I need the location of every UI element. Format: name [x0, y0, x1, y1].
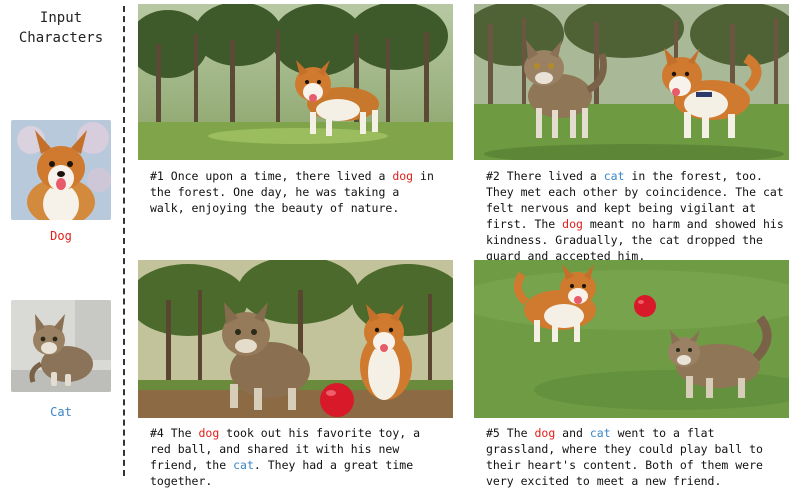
story-caption-1: #1 Once upon a time, there lived a dog i…	[150, 168, 440, 216]
caption-text: #5 The	[486, 426, 535, 440]
keyword-dog: dog	[198, 426, 220, 440]
caption-text: #1 Once upon a time, there lived a	[150, 169, 393, 183]
dog-label: Dog	[50, 229, 72, 243]
caption-text: #4 The	[150, 426, 199, 440]
input-characters-column: Input Characters Dog Cat	[0, 0, 122, 490]
keyword-cat: cat	[233, 458, 254, 472]
title-line-2: Characters	[18, 30, 104, 46]
cat-label: Cat	[50, 405, 72, 419]
keyword-dog: dog	[562, 217, 583, 231]
story-image-2	[474, 4, 789, 160]
story-caption-4: #4 The dog took out his favorite toy, a …	[150, 425, 440, 489]
cat-reference-image	[11, 300, 111, 392]
caption-text: #2 There lived a	[486, 169, 604, 183]
story-image-5	[474, 260, 789, 418]
keyword-dog: dog	[392, 169, 414, 183]
keyword-cat: cat	[589, 426, 611, 440]
dog-reference-image	[11, 120, 111, 220]
caption-text: and	[555, 426, 590, 440]
keyword-cat: cat	[603, 169, 625, 183]
keyword-dog: dog	[534, 426, 556, 440]
title-line-1: Input	[39, 10, 83, 26]
input-characters-title: Input Characters	[0, 8, 122, 48]
story-image-1	[138, 4, 453, 160]
story-image-4	[138, 260, 453, 418]
story-caption-5: #5 The dog and cat went to a flat grassl…	[486, 425, 786, 489]
story-caption-2: #2 There lived a cat in the forest, too.…	[486, 168, 796, 264]
dashed-divider	[123, 6, 125, 476]
